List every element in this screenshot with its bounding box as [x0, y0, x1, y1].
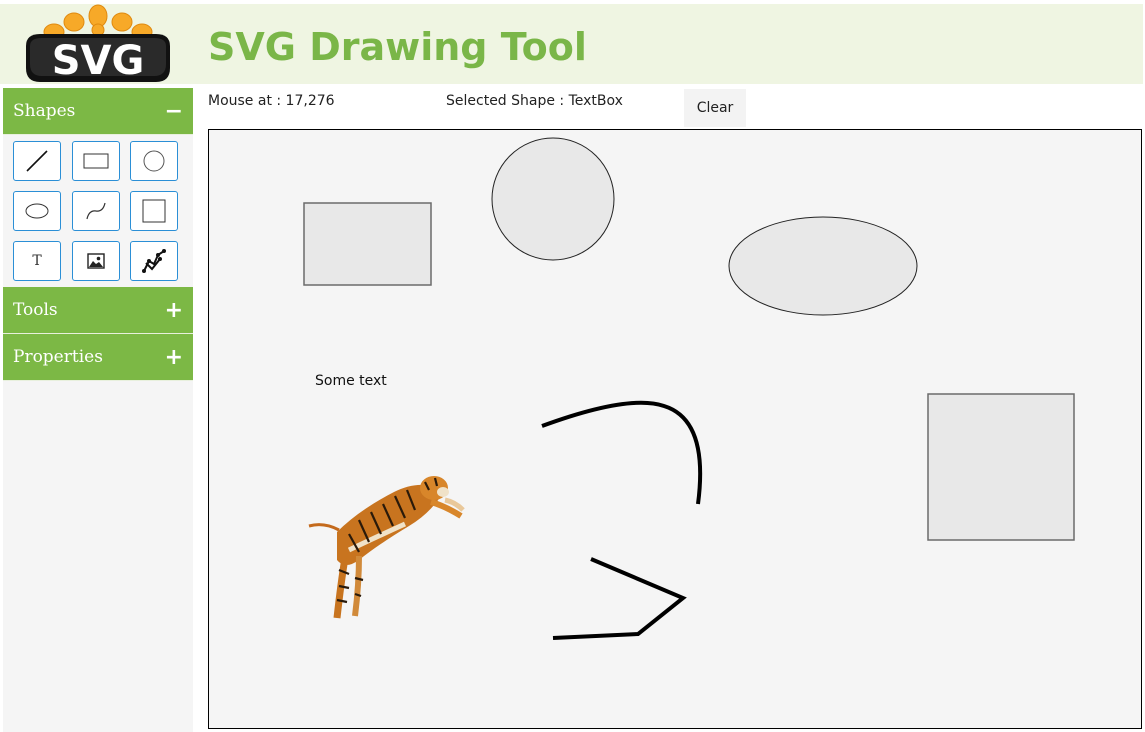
expand-icon[interactable]: +	[165, 334, 183, 381]
canvas-text-shape[interactable]: Some text	[315, 373, 387, 389]
line-tool-button[interactable]	[13, 141, 61, 181]
header: SVG SVG Drawing Tool	[0, 4, 1143, 84]
expand-icon[interactable]: +	[165, 287, 183, 334]
circle-icon	[141, 148, 167, 174]
rectangle-icon	[82, 151, 110, 171]
canvas-ellipse-shape[interactable]	[728, 216, 918, 316]
ellipse-tool-button[interactable]	[13, 191, 61, 231]
sidebar: Shapes − T Tools + Properties +	[3, 88, 193, 732]
line-icon	[24, 148, 50, 174]
canvas-square-shape[interactable]	[927, 393, 1075, 541]
properties-panel-label: Properties	[13, 347, 103, 367]
curve-tool-button[interactable]	[72, 191, 120, 231]
shapes-panel-label: Shapes	[13, 101, 76, 121]
svg-text:SVG: SVG	[52, 38, 145, 84]
app-window: SVG SVG Drawing Tool Shapes − T Tools + …	[0, 0, 1145, 732]
canvas-tiger-image[interactable]	[308, 476, 465, 619]
ellipse-icon	[23, 201, 51, 221]
image-tool-button[interactable]	[72, 241, 120, 281]
mouse-position-status: Mouse at : 17,276	[208, 93, 335, 109]
selected-shape-status: Selected Shape : TextBox	[446, 93, 623, 109]
polyline-icon	[140, 247, 168, 275]
tools-panel-header[interactable]: Tools +	[3, 287, 193, 334]
clear-button[interactable]: Clear	[684, 89, 746, 127]
shapes-panel-header[interactable]: Shapes −	[3, 88, 193, 135]
canvas-circle-shape[interactable]	[491, 137, 615, 261]
properties-panel-header[interactable]: Properties +	[3, 334, 193, 381]
page-title: SVG Drawing Tool	[208, 25, 587, 69]
text-tool-button[interactable]: T	[13, 241, 61, 281]
polyline-tool-button[interactable]	[130, 241, 178, 281]
rectangle-tool-button[interactable]	[72, 141, 120, 181]
shapes-panel-body: T	[3, 135, 193, 287]
collapse-icon[interactable]: −	[165, 88, 183, 135]
tools-panel-label: Tools	[13, 300, 58, 320]
image-icon	[86, 252, 106, 270]
circle-tool-button[interactable]	[130, 141, 178, 181]
curve-icon	[83, 198, 109, 224]
svg-logo: SVG	[20, 4, 176, 84]
canvas-rectangle-shape[interactable]	[303, 202, 432, 286]
square-tool-button[interactable]	[130, 191, 178, 231]
text-icon: T	[32, 253, 42, 269]
canvas-curve-shape[interactable]	[541, 400, 703, 505]
canvas-polyline-shape[interactable]	[552, 557, 687, 640]
drawing-canvas[interactable]: Some text	[208, 129, 1142, 729]
square-icon	[141, 198, 167, 224]
